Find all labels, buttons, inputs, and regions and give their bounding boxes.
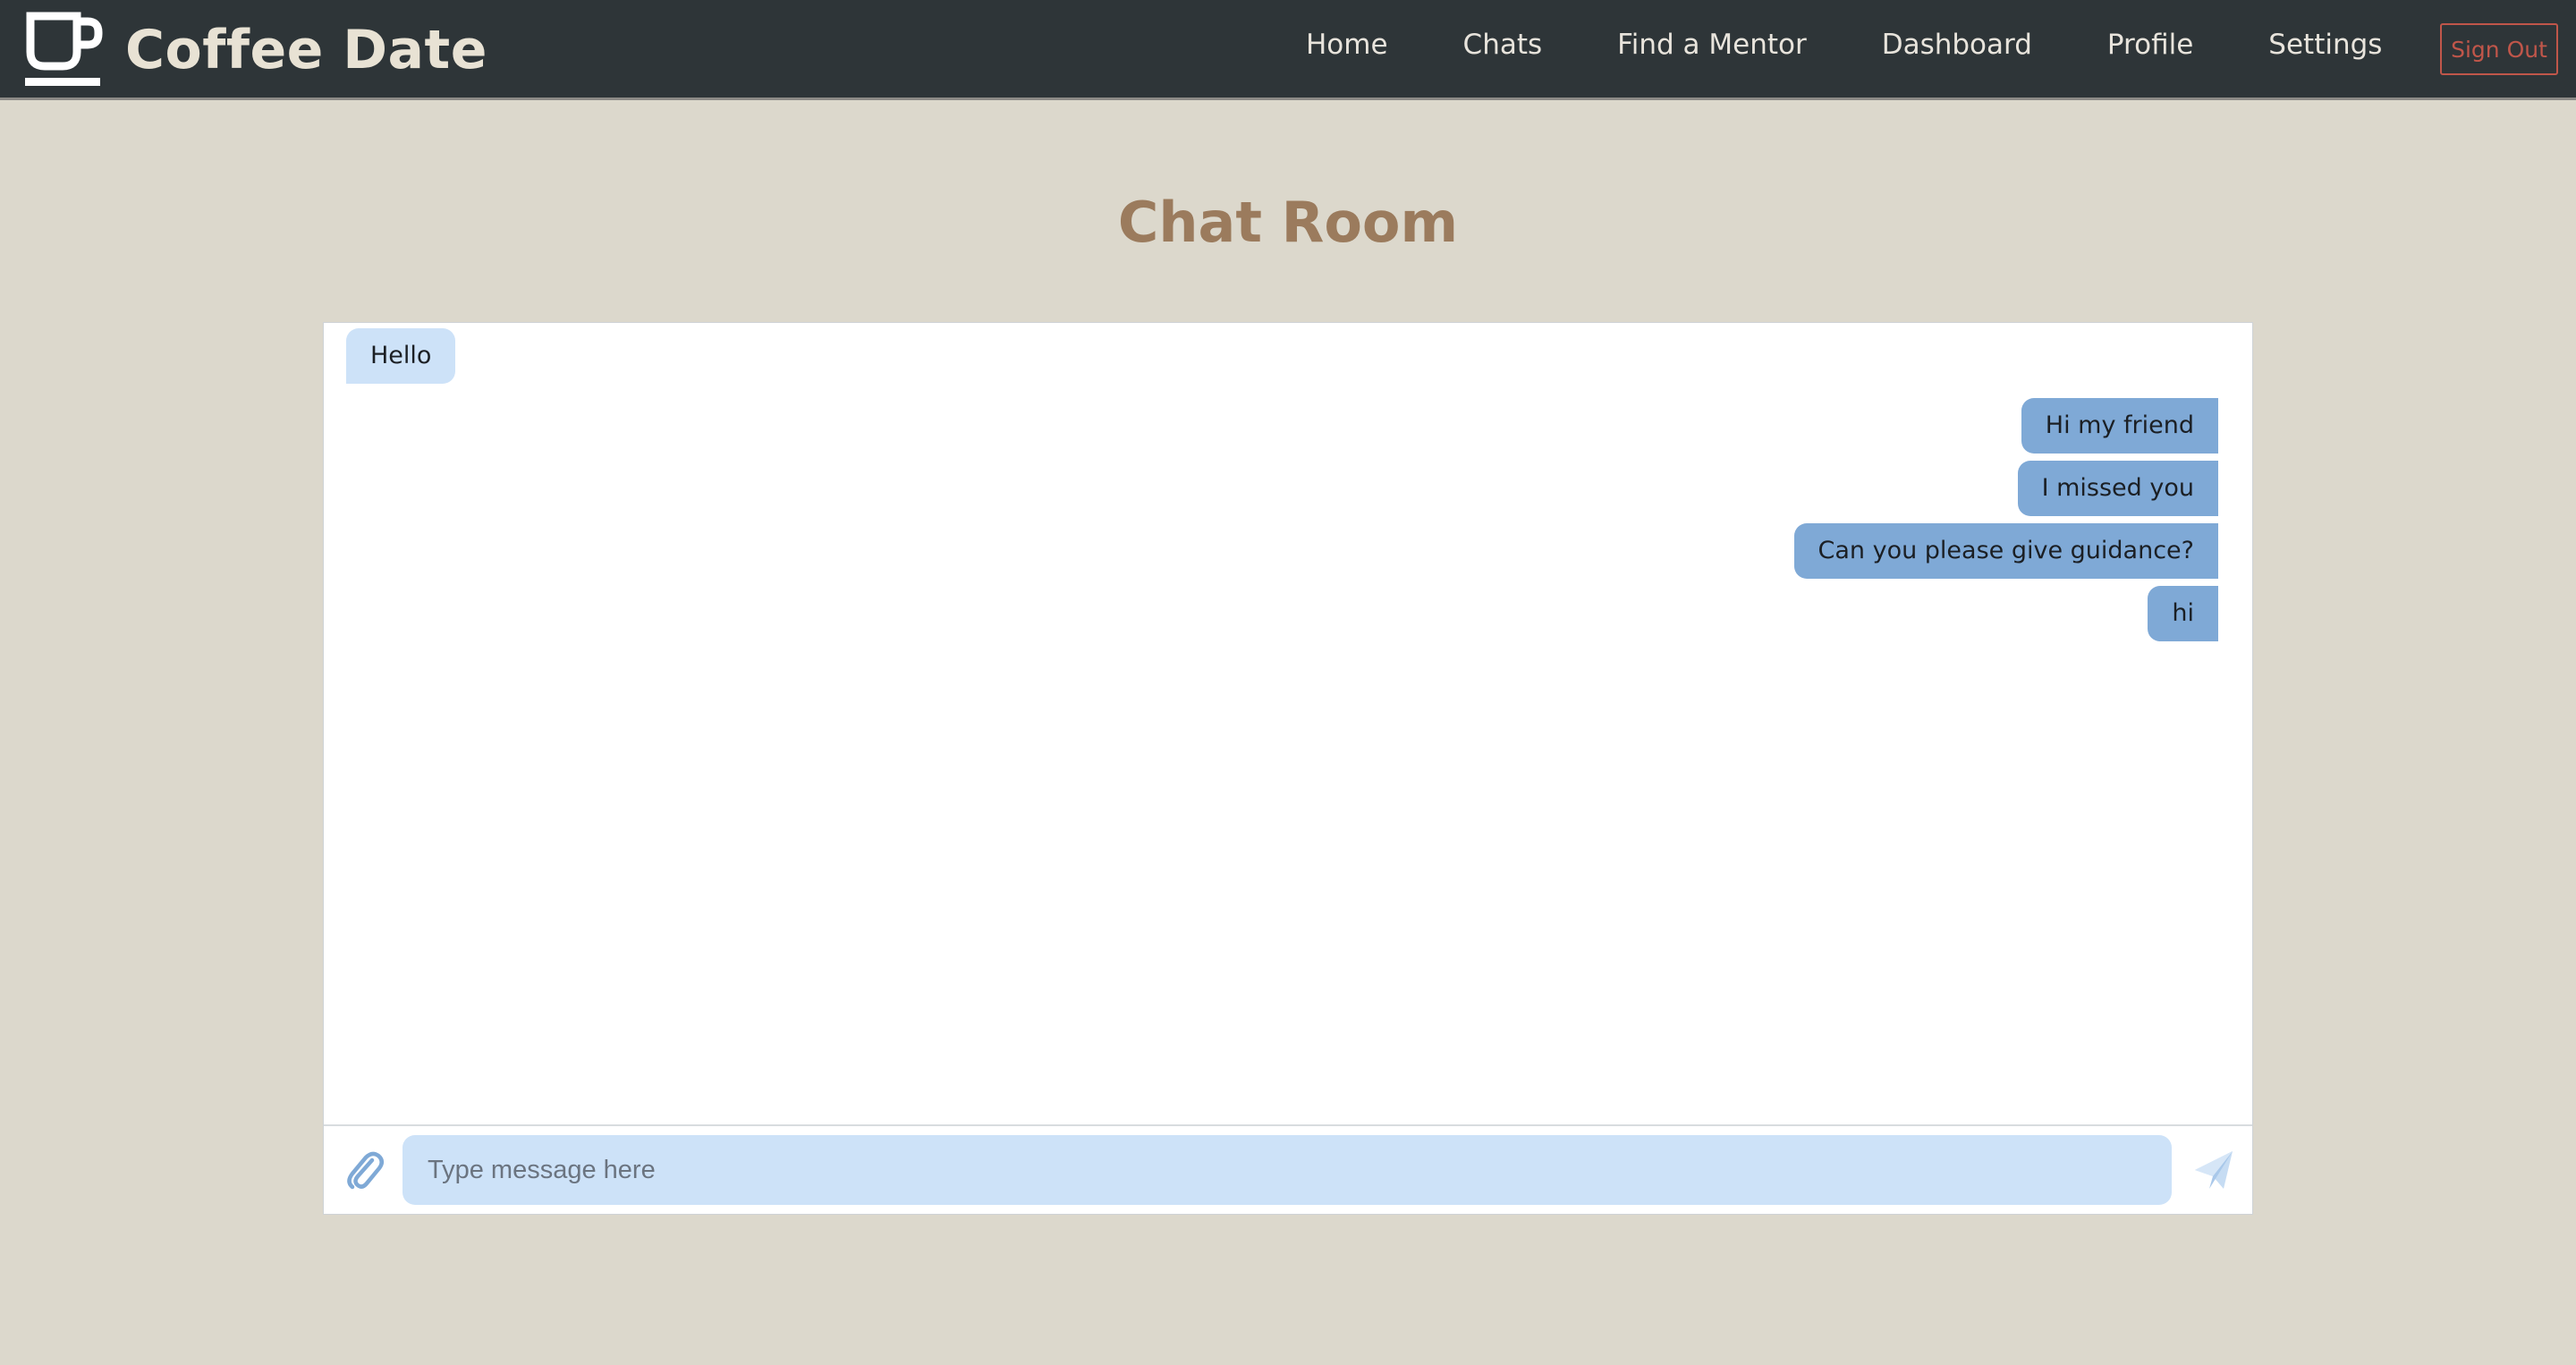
nav-find-a-mentor[interactable]: Find a Mentor [1617,29,1807,61]
nav-chats[interactable]: Chats [1463,29,1543,61]
message-sent: I missed you [2017,461,2218,516]
message-received: Hello [346,328,456,384]
brand-link[interactable]: Coffee Date [25,11,487,89]
nav-settings[interactable]: Settings [2268,29,2382,61]
send-icon[interactable] [2191,1146,2236,1194]
paperclip-icon[interactable] [343,1148,386,1192]
nav-home[interactable]: Home [1306,29,1388,61]
navbar: Coffee Date Home Chats Find a Mentor Das… [0,0,2576,100]
message-composer [324,1124,2252,1216]
nav-dashboard[interactable]: Dashboard [1882,29,2032,61]
message-sent: Can you please give guidance? [1793,523,2218,579]
nav-profile[interactable]: Profile [2107,29,2193,61]
chat-box: Hello Hi my friend I missed you Can you … [323,322,2253,1215]
message-list: Hello Hi my friend I missed you Can you … [324,323,2252,1124]
message-input[interactable] [402,1135,2172,1205]
page-title: Chat Room [1117,190,1459,255]
nav-links: Home Chats Find a Mentor Dashboard Profi… [1306,0,2382,89]
message-sent: Hi my friend [2021,398,2218,454]
coffee-cup-icon [25,12,103,86]
brand-name: Coffee Date [125,19,487,81]
sign-out-button[interactable]: Sign Out [2440,23,2558,75]
message-sent: hi [2148,586,2218,641]
